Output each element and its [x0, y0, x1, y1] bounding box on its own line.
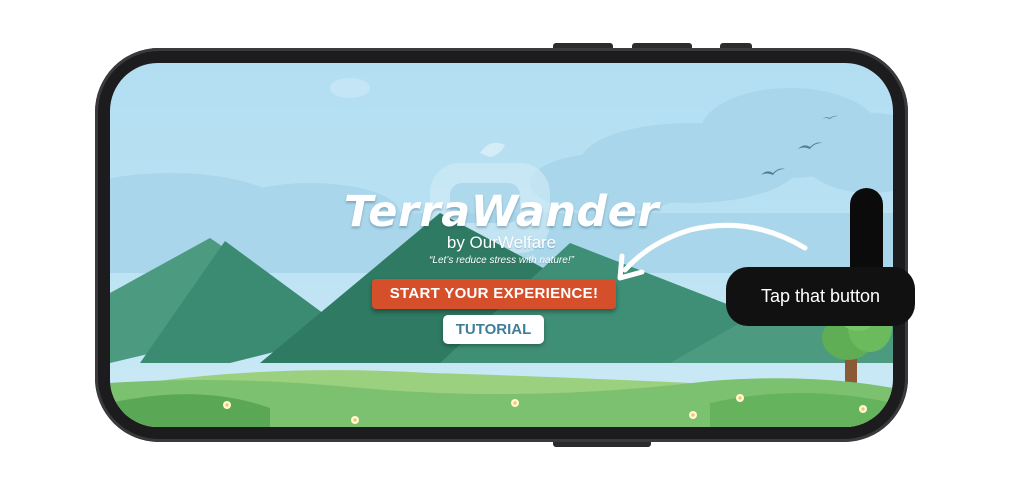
tooltip-callout: Tap that button	[726, 267, 915, 326]
tutorial-button[interactable]: TUTORIAL	[443, 315, 544, 344]
start-experience-button[interactable]: START YOUR EXPERIENCE!	[372, 279, 616, 309]
